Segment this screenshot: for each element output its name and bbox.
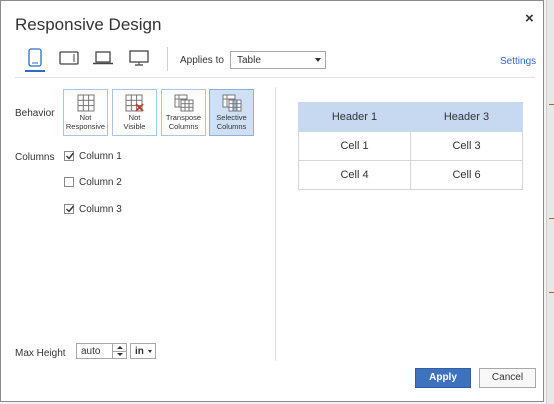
column-label: Column 2 xyxy=(79,177,122,188)
behavior-label-line1: Selective xyxy=(216,113,247,122)
responsive-design-dialog: Responsive Design × Applies to Table Set… xyxy=(0,0,544,402)
behavior-label-line2: Columns xyxy=(216,122,247,131)
table-header-cell: Header 3 xyxy=(410,102,523,132)
behavior-label-line1: Transpose xyxy=(165,113,202,122)
chevron-down-icon xyxy=(148,350,152,353)
table-header-cell: Header 1 xyxy=(298,102,411,132)
applies-to-label: Applies to xyxy=(180,55,224,66)
desktop-icon[interactable] xyxy=(129,50,149,71)
column-label: Column 1 xyxy=(79,151,122,162)
table-row: Cell 4 Cell 6 xyxy=(298,160,523,190)
column-label: Column 3 xyxy=(79,204,122,215)
tablet-icon[interactable] xyxy=(59,51,79,70)
max-height-label: Max Height xyxy=(15,348,66,359)
behavior-label-line2: Responsive xyxy=(65,122,106,131)
checkbox[interactable] xyxy=(64,204,75,214)
close-icon[interactable]: × xyxy=(525,10,534,27)
grid-icon xyxy=(77,94,94,112)
behavior-selective-columns[interactable]: Selective Columns xyxy=(209,89,254,136)
transpose-icon xyxy=(174,94,193,112)
chevron-down-icon xyxy=(315,58,321,62)
phone-icon[interactable] xyxy=(25,48,45,72)
grid-x-icon xyxy=(125,94,144,112)
panel-divider xyxy=(275,87,276,361)
table-header-row: Header 1 Header 3 xyxy=(298,102,523,132)
preview-table: Header 1 Header 3 Cell 1 Cell 3 Cell 4 C… xyxy=(298,102,523,190)
spin-down-icon[interactable] xyxy=(113,351,126,358)
applies-to-value: Table xyxy=(237,55,261,66)
table-cell: Cell 6 xyxy=(410,160,523,190)
behavior-label-line2: Visible xyxy=(123,122,146,131)
apply-button[interactable]: Apply xyxy=(415,368,471,388)
applies-to-select[interactable]: Table xyxy=(230,51,326,69)
toolbar-divider xyxy=(167,47,168,71)
behavior-transpose-columns[interactable]: Transpose Columns xyxy=(161,89,206,136)
behavior-label-line2: Columns xyxy=(168,122,199,131)
settings-link[interactable]: Settings xyxy=(500,56,536,67)
behavior-label-line1: Not xyxy=(79,113,92,122)
cancel-button[interactable]: Cancel xyxy=(479,368,536,388)
laptop-icon[interactable] xyxy=(93,51,113,70)
unit-value: in xyxy=(135,346,144,357)
checkmark-icon xyxy=(66,152,75,160)
behavior-label-line1: Not xyxy=(128,113,141,122)
checkbox[interactable] xyxy=(64,177,74,187)
max-height-input[interactable]: auto xyxy=(76,343,113,359)
dialog-title: Responsive Design xyxy=(15,15,162,34)
table-cell: Cell 3 xyxy=(410,131,523,161)
header-divider xyxy=(15,77,535,78)
behavior-label: Behavior xyxy=(15,108,55,119)
columns-label: Columns xyxy=(15,152,55,163)
unit-select[interactable]: in xyxy=(130,343,156,359)
behavior-not-responsive[interactable]: Not Responsive xyxy=(63,89,108,136)
behavior-not-visible[interactable]: Not Visible xyxy=(112,89,157,136)
max-height-spinner[interactable] xyxy=(112,343,127,359)
table-cell: Cell 1 xyxy=(298,131,411,161)
checkmark-icon xyxy=(66,205,75,213)
background-window-edge xyxy=(546,0,554,404)
selective-columns-icon xyxy=(222,94,241,112)
table-cell: Cell 4 xyxy=(298,160,411,190)
table-row: Cell 1 Cell 3 xyxy=(298,131,523,161)
checkbox[interactable] xyxy=(64,151,75,161)
